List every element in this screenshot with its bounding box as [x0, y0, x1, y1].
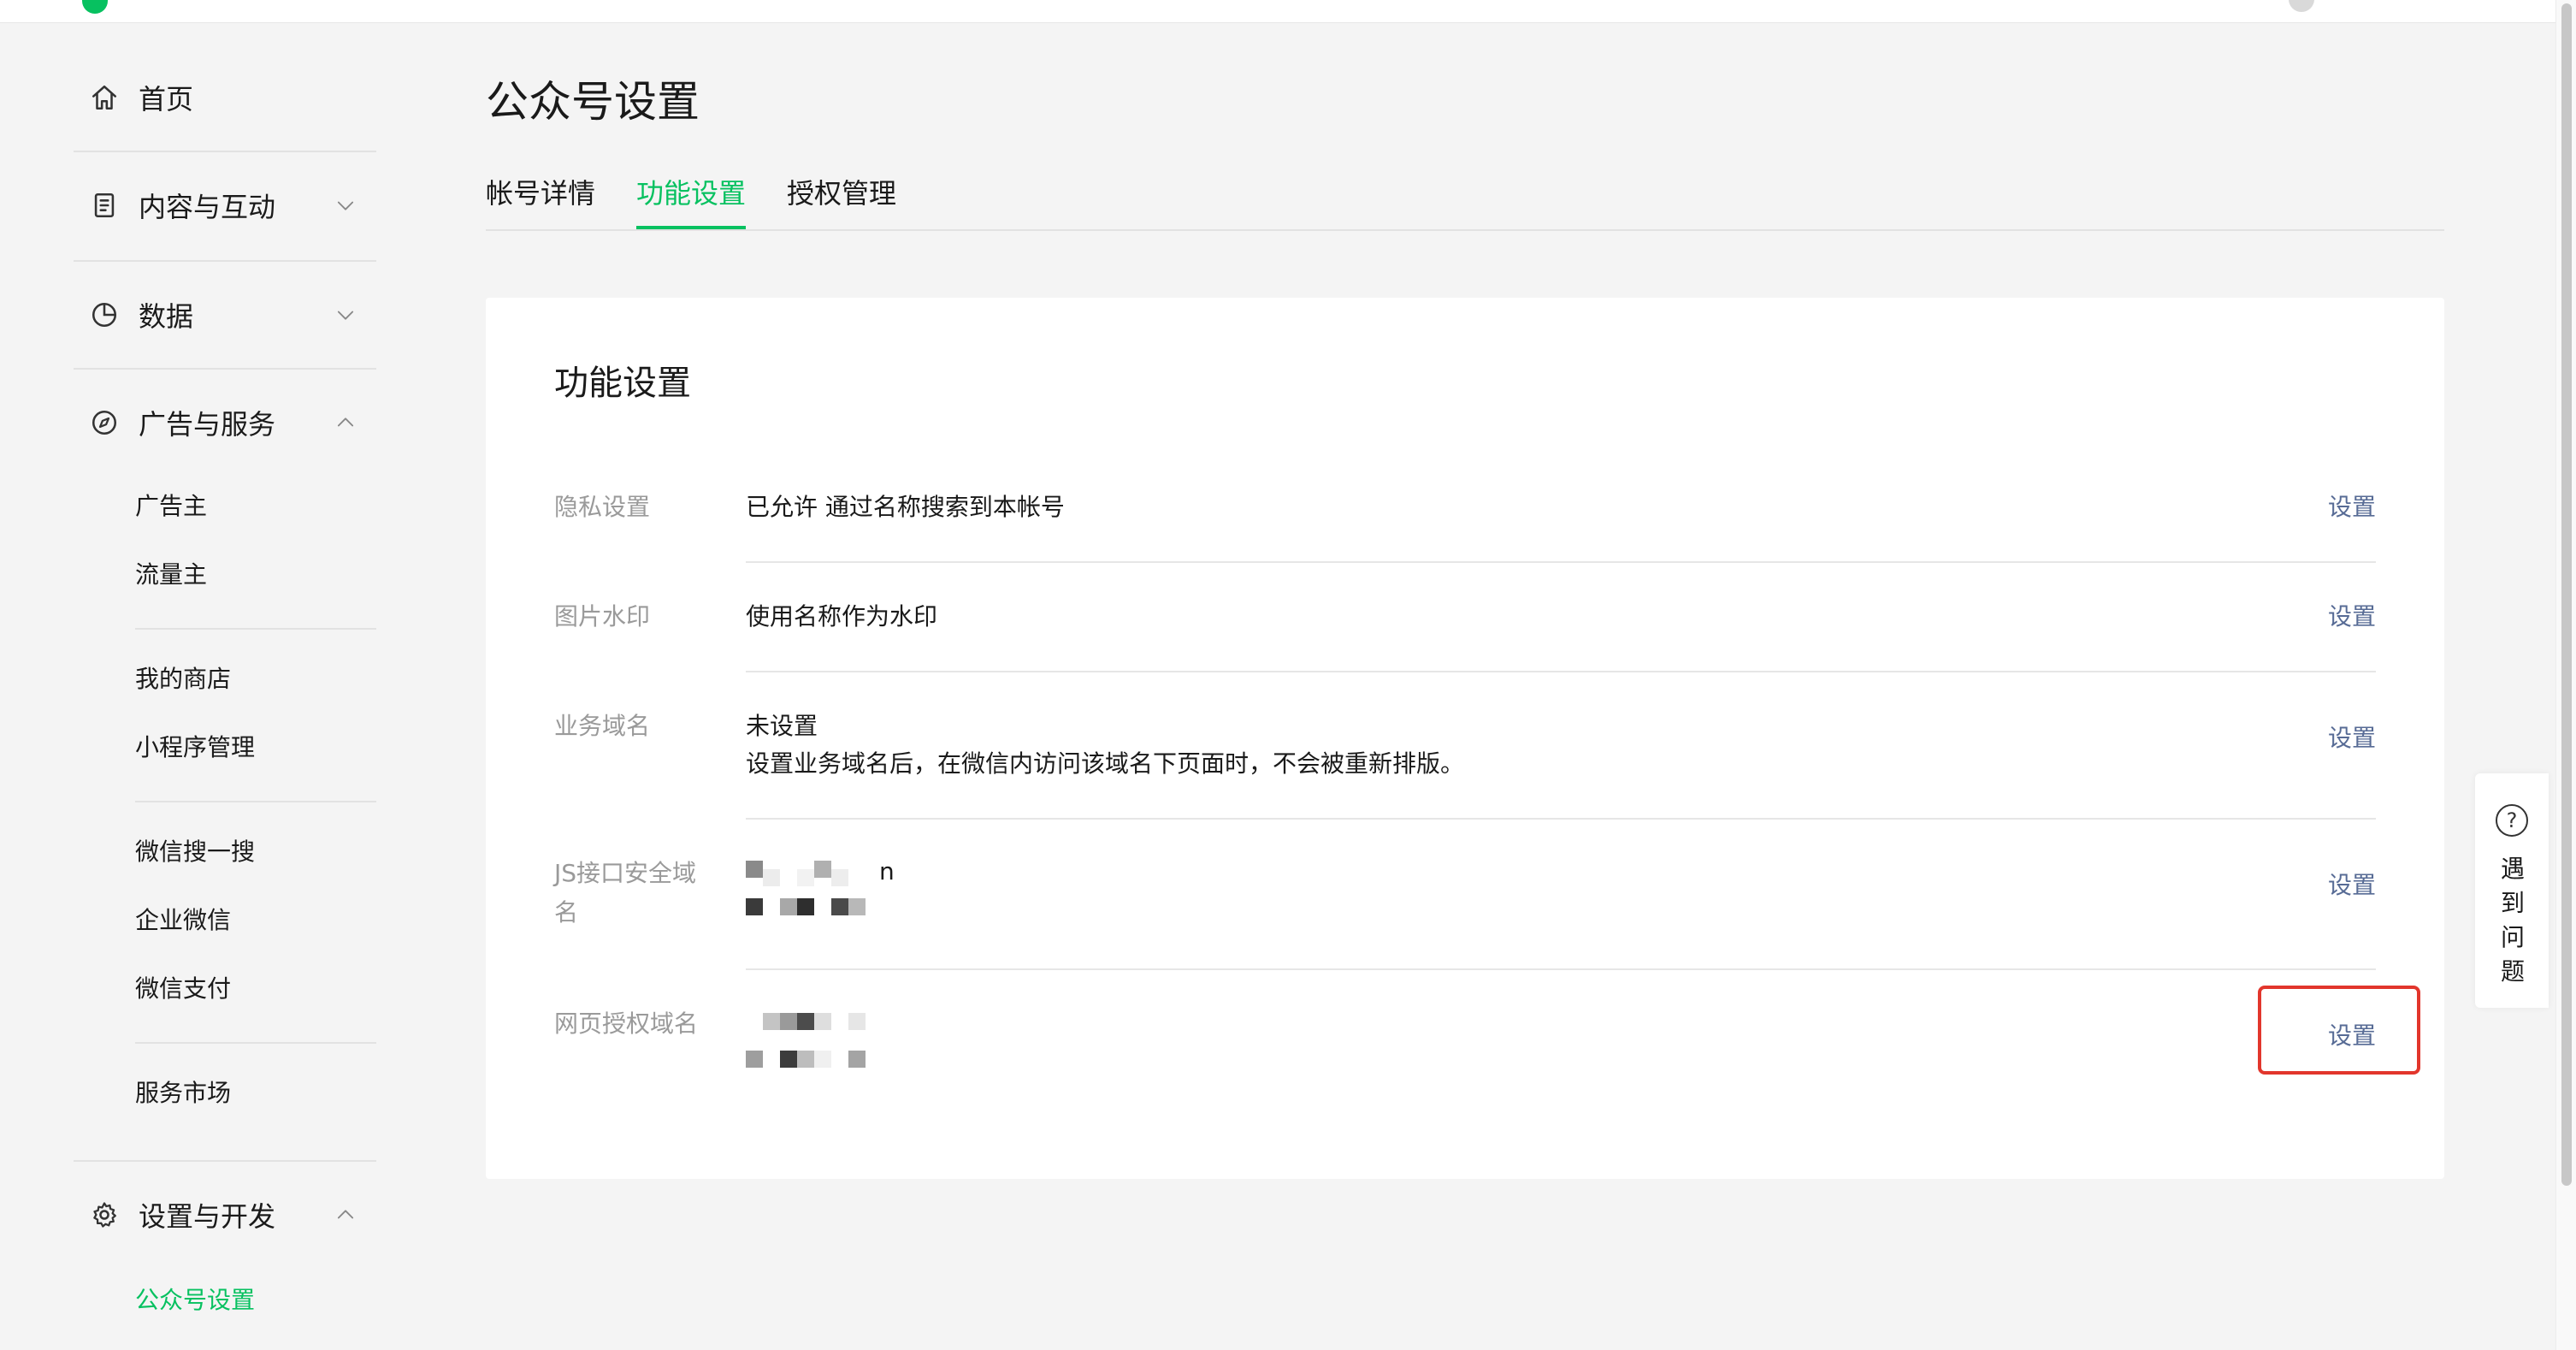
- row-value: 已允许 通过名称搜索到本帐号: [746, 493, 1065, 521]
- sidebar-item-account-settings[interactable]: 公众号设置: [135, 1283, 255, 1317]
- sidebar-item-mini-program[interactable]: 小程序管理: [135, 731, 255, 765]
- watermark-settings-button[interactable]: 设置: [2328, 597, 2376, 637]
- sidebar-item-label: 数据: [139, 300, 194, 333]
- sidebar-item-advertiser[interactable]: 广告主: [135, 489, 207, 524]
- help-icon: ?: [2496, 804, 2528, 837]
- divider: [746, 671, 2376, 672]
- sidebar-item-wechat-pay[interactable]: 微信支付: [135, 972, 231, 1006]
- row-label: 图片水印: [554, 602, 651, 631]
- sidebar-item-label: 设置与开发: [139, 1200, 276, 1233]
- privacy-settings-button[interactable]: 设置: [2328, 488, 2376, 527]
- tab-account-details[interactable]: 帐号详情: [486, 168, 595, 219]
- row-label: JS接口安全域名: [554, 859, 697, 927]
- setting-row-js-domain: JS接口安全域名 n 设置: [554, 854, 2376, 965]
- row-note: 设置业务域名后，在微信内访问该域名下页面时，不会被重新排版。: [746, 749, 1465, 778]
- sidebar-item-label: 广告与服务: [139, 408, 276, 441]
- gear-icon: [87, 1198, 121, 1232]
- document-icon: [87, 188, 121, 222]
- sidebar-item-wechat-search[interactable]: 微信搜一搜: [135, 835, 255, 869]
- page-title: 公众号设置: [486, 77, 700, 127]
- tab-authorization[interactable]: 授权管理: [787, 168, 896, 219]
- sidebar-item-wecom[interactable]: 企业微信: [135, 903, 231, 938]
- sidebar-item-my-store[interactable]: 我的商店: [135, 662, 231, 696]
- card-title: 功能设置: [554, 364, 691, 403]
- chevron-up-icon[interactable]: [328, 1198, 363, 1232]
- divider: [135, 1042, 376, 1044]
- sidebar-item-publisher[interactable]: 流量主: [135, 558, 207, 592]
- sidebar-item-service-market[interactable]: 服务市场: [135, 1076, 231, 1110]
- scrollbar[interactable]: [2555, 0, 2576, 1350]
- settings-card: 功能设置 隐私设置 已允许 通过名称搜索到本帐号 设置 图片水印 使用名称作为水…: [486, 298, 2444, 1179]
- sidebar-item-home[interactable]: 首页: [74, 44, 376, 151]
- setting-row-privacy: 隐私设置 已允许 通过名称搜索到本帐号 设置: [554, 488, 2376, 573]
- setting-row-business-domain: 业务域名 未设置 设置业务域名后，在微信内访问该域名下页面时，不会被重新排版。 …: [554, 707, 2376, 809]
- row-label: 业务域名: [554, 712, 651, 740]
- business-domain-settings-button[interactable]: 设置: [2328, 719, 2376, 758]
- sidebar-item-data[interactable]: 数据: [74, 262, 376, 368]
- help-label: 遇到问题: [2500, 855, 2525, 986]
- divider: [135, 628, 376, 630]
- row-value: 使用名称作为水印: [746, 602, 938, 631]
- divider: [135, 801, 376, 802]
- sidebar-item-settings-dev[interactable]: 设置与开发: [74, 1162, 376, 1268]
- help-widget[interactable]: ? 遇到问题: [2475, 773, 2549, 1008]
- sidebar: 首页 内容与互动 数据 广告与服务 广告主 流量主 我的商店 小程序管理 微信搜…: [0, 22, 411, 1350]
- highlight-annotation: [2258, 986, 2420, 1075]
- chevron-down-icon[interactable]: [328, 298, 363, 332]
- chevron-up-icon[interactable]: [328, 406, 363, 440]
- top-bar: [0, 0, 2555, 23]
- row-value-suffix: n: [879, 857, 895, 885]
- tab-feature-settings[interactable]: 功能设置: [636, 168, 747, 229]
- sidebar-item-ads[interactable]: 广告与服务: [74, 370, 376, 476]
- compass-icon: [87, 406, 121, 440]
- row-label: 网页授权域名: [554, 1010, 699, 1038]
- js-domain-settings-button[interactable]: 设置: [2328, 866, 2376, 905]
- tab-bar: 帐号详情 功能设置 授权管理: [486, 168, 2444, 231]
- chevron-down-icon[interactable]: [328, 188, 363, 222]
- sidebar-item-label: 内容与互动: [139, 191, 276, 223]
- home-icon: [87, 80, 121, 115]
- logo[interactable]: [82, 0, 108, 14]
- setting-row-watermark: 图片水印 使用名称作为水印 设置: [554, 597, 2376, 683]
- divider: [746, 561, 2376, 563]
- row-label: 隐私设置: [554, 493, 651, 521]
- sidebar-item-label: 首页: [139, 83, 194, 115]
- scrollbar-thumb[interactable]: [2561, 3, 2572, 1186]
- sidebar-item-content[interactable]: 内容与互动: [74, 152, 376, 258]
- pie-chart-icon: [87, 298, 121, 332]
- row-value: 未设置: [746, 712, 818, 740]
- avatar[interactable]: [2289, 0, 2314, 12]
- divider: [746, 968, 2376, 970]
- divider: [746, 818, 2376, 820]
- setting-row-oauth-domain: 网页授权域名 设置: [554, 1004, 2376, 1116]
